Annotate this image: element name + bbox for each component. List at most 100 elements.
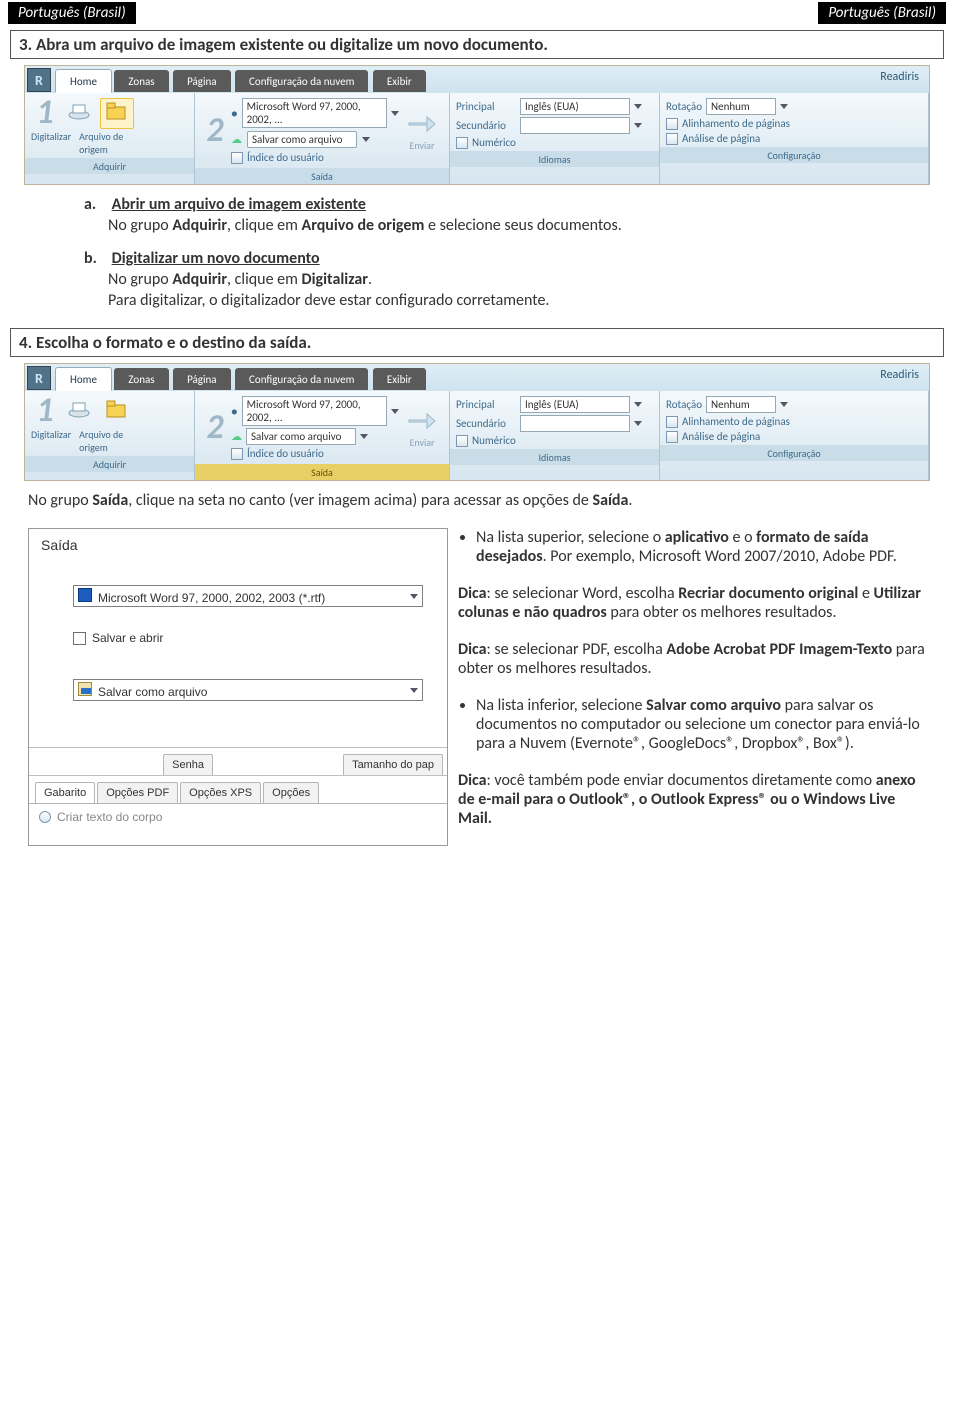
ribbon-screenshot-2: R Readiris Home Zonas Página Configuraçã… (24, 363, 930, 481)
numerico-label: Numérico (472, 434, 516, 447)
tab-config-nuvem[interactable]: Configuração da nuvem (235, 368, 368, 390)
principal-label: Principal (456, 398, 516, 411)
send-arrow-icon[interactable] (407, 110, 437, 136)
tab-exibir[interactable]: Exibir (373, 368, 426, 390)
list-letter-a: a. (84, 195, 108, 214)
tab-home[interactable]: Home (55, 69, 112, 93)
output-format-combo[interactable]: Microsoft Word 97, 2000, 2002, 2003 (*.r… (73, 585, 423, 607)
dialog-option-below[interactable]: Criar texto do corpo (29, 803, 447, 830)
chevron-down-icon[interactable] (410, 688, 418, 693)
checkbox-icon[interactable] (73, 632, 86, 645)
ribbon-group-config: RotaçãoNenhum Alinhamento de páginas Aná… (660, 391, 929, 480)
tab-exibir[interactable]: Exibir (373, 70, 426, 92)
rotacao-dropdown[interactable]: Nenhum (706, 396, 776, 413)
tab-opcoes[interactable]: Opções (263, 782, 319, 803)
secundario-dropdown[interactable] (520, 415, 630, 432)
floppy-disk-icon (78, 682, 92, 696)
group-label-config: Configuração (660, 445, 928, 461)
tip-3: Dica: você também pode enviar documentos… (458, 771, 926, 828)
step3-instructions: a. Abrir um arquivo de imagem existente … (84, 195, 884, 310)
group-label-adquirir: Adquirir (25, 456, 194, 472)
chevron-down-icon[interactable] (391, 409, 399, 414)
step-number-2-icon: 2 (201, 411, 229, 445)
principal-dropdown[interactable]: Inglês (EUA) (520, 396, 630, 413)
chevron-down-icon[interactable] (410, 594, 418, 599)
save-as-combo[interactable]: Salvar como arquivo (73, 679, 423, 701)
open-file-button[interactable] (100, 98, 134, 129)
step3b-title: Digitalizar um novo documento (112, 249, 320, 268)
arquivo-origem-label[interactable]: Arquivo de origem (79, 130, 123, 156)
chevron-down-icon[interactable] (634, 402, 642, 407)
numerico-label: Numérico (472, 136, 516, 149)
tab-opcoes-pdf[interactable]: Opções PDF (97, 782, 178, 803)
chevron-down-icon[interactable] (634, 421, 642, 426)
radio-icon[interactable] (39, 811, 51, 823)
step4-heading: 4. Escolha o formato e o destino da saíd… (10, 328, 944, 357)
chevron-down-icon[interactable] (360, 434, 368, 439)
app-title: Readiris (880, 368, 919, 382)
secundario-label: Secundário (456, 417, 516, 430)
ribbon-screenshot-1: R Readiris Home Zonas Página Configuraçã… (24, 65, 930, 185)
step3a-title: Abrir um arquivo de imagem existente (112, 195, 366, 214)
tab-zonas[interactable]: Zonas (114, 368, 168, 390)
scanner-icon[interactable] (62, 396, 96, 427)
group-label-idiomas: Idiomas (450, 151, 659, 167)
analise-label: Análise de página (682, 132, 760, 145)
checkbox-icon[interactable] (666, 431, 678, 443)
checkbox-icon[interactable] (231, 448, 243, 460)
saida-dialog: Saída Microsoft Word 97, 2000, 2002, 200… (28, 528, 448, 846)
tab-opcoes-xps[interactable]: Opções XPS (180, 782, 261, 803)
indice-label: Índice do usuário (247, 447, 324, 460)
tab-config-nuvem[interactable]: Configuração da nuvem (235, 70, 368, 92)
output-format-dropdown[interactable]: Microsoft Word 97, 2000, 2002, ... (242, 98, 387, 128)
tab-home[interactable]: Home (55, 367, 112, 391)
step3a-text: No grupo Adquirir, clique em Arquivo de … (108, 216, 884, 235)
list-letter-b: b. (84, 249, 108, 268)
indice-label: Índice do usuário (247, 151, 324, 164)
chevron-down-icon[interactable] (780, 104, 788, 109)
checkbox-icon[interactable] (666, 416, 678, 428)
group-label-adquirir: Adquirir (25, 158, 194, 174)
salvar-como-dropdown[interactable]: Salvar como arquivo (247, 131, 357, 148)
step3b-line1: No grupo Adquirir, clique em Digitalizar… (108, 270, 884, 289)
chevron-down-icon[interactable] (391, 111, 399, 116)
checkbox-icon[interactable] (231, 152, 243, 164)
group-label-idiomas: Idiomas (450, 449, 659, 465)
checkbox-icon[interactable] (456, 137, 468, 149)
ribbon-tab-bar: Home Zonas Página Configuração da nuvem … (25, 364, 929, 391)
rotacao-dropdown[interactable]: Nenhum (706, 98, 776, 115)
enviar-label: Enviar (407, 139, 437, 152)
chevron-down-icon[interactable] (780, 402, 788, 407)
salvar-como-dropdown[interactable]: Salvar como arquivo (246, 428, 356, 445)
two-column-section: Saída Microsoft Word 97, 2000, 2002, 200… (28, 528, 926, 846)
checkbox-icon[interactable] (666, 133, 678, 145)
tab-pagina[interactable]: Página (173, 70, 230, 92)
digitalizar-label[interactable]: Digitalizar (31, 428, 71, 454)
tab-tamanho[interactable]: Tamanho do pap (343, 754, 443, 775)
chevron-down-icon[interactable] (634, 104, 642, 109)
scanner-icon[interactable] (62, 98, 96, 129)
chevron-down-icon[interactable] (362, 137, 370, 142)
tab-zonas[interactable]: Zonas (114, 70, 168, 92)
checkbox-icon[interactable] (456, 435, 468, 447)
checkbox-icon[interactable] (666, 118, 678, 130)
ribbon-group-adquirir: 1 Digitalizar Arquivo de origem Adquirir (25, 93, 195, 184)
ribbon-group-idiomas: PrincipalInglês (EUA) Secundário Numéric… (450, 93, 660, 184)
group-label-saida-highlight[interactable]: Saída (195, 464, 449, 480)
language-banner: Português (Brasil) Português (Brasil) (2, 2, 952, 24)
chevron-down-icon[interactable] (634, 123, 642, 128)
tab-gabarito[interactable]: Gabarito (35, 782, 95, 803)
secundario-label: Secundário (456, 119, 516, 132)
open-file-button[interactable] (100, 396, 134, 427)
app-title: Readiris (880, 70, 919, 84)
ribbon-group-adquirir: 1 Digitalizar Arquivo de origem Adquirir (25, 391, 195, 480)
save-and-open-checkbox[interactable]: Salvar e abrir (73, 631, 423, 645)
tab-pagina[interactable]: Página (173, 368, 230, 390)
arquivo-origem-label[interactable]: Arquivo de origem (79, 428, 123, 454)
send-arrow-icon[interactable] (407, 407, 437, 433)
digitalizar-label[interactable]: Digitalizar (31, 130, 71, 156)
secundario-dropdown[interactable] (520, 117, 630, 134)
output-format-dropdown[interactable]: Microsoft Word 97, 2000, 2002, ... (242, 396, 387, 426)
principal-dropdown[interactable]: Inglês (EUA) (520, 98, 630, 115)
tab-senha[interactable]: Senha (163, 754, 213, 775)
